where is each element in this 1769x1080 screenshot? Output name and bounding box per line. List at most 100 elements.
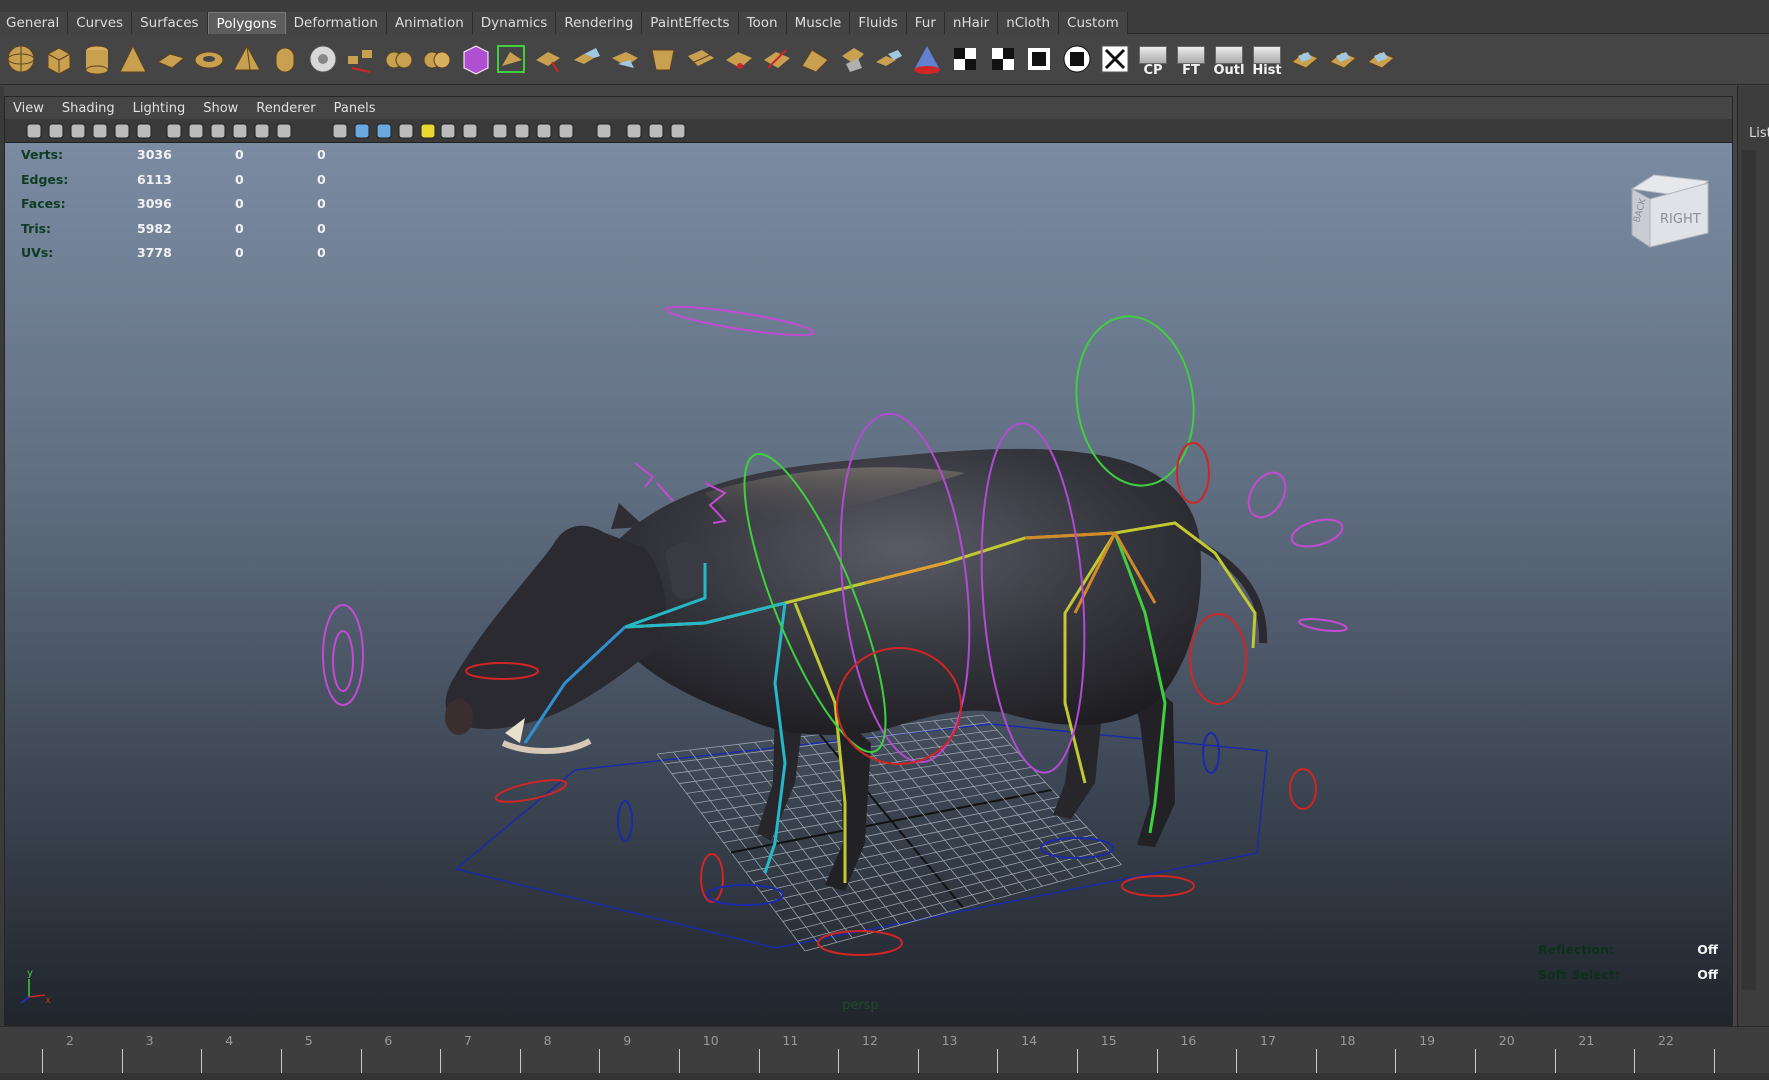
- shelf-tab-toon[interactable]: Toon: [738, 12, 787, 34]
- panel-menu-lighting[interactable]: Lighting: [133, 101, 186, 116]
- two-d-pan-icon[interactable]: [113, 122, 131, 140]
- list-menu-label[interactable]: List: [1749, 126, 1769, 141]
- gate-mask-icon[interactable]: [231, 122, 249, 140]
- multisample-icon[interactable]: [513, 122, 531, 140]
- axis-indicator-icon: y x: [20, 968, 51, 1006]
- right-scrollbar[interactable]: [1742, 150, 1756, 990]
- append-polygon-icon[interactable]: [606, 40, 644, 78]
- plane-uv-icon[interactable]: [1286, 40, 1324, 78]
- boar-model[interactable]: [445, 448, 1268, 891]
- screen-ambient-icon[interactable]: [461, 122, 479, 140]
- select-edge-loop-icon[interactable]: [530, 40, 568, 78]
- field-chart-icon[interactable]: [253, 122, 271, 140]
- smooth-icon[interactable]: [418, 40, 456, 78]
- hud-label: Faces:: [21, 196, 66, 211]
- shelf-button-hist[interactable]: Hist: [1248, 40, 1286, 78]
- split-polygon-icon[interactable]: [682, 40, 720, 78]
- shelf-tab-dynamics[interactable]: Dynamics: [472, 12, 557, 34]
- extrude-face-icon[interactable]: [492, 40, 530, 78]
- shelf-button-cp[interactable]: CP: [1134, 40, 1172, 78]
- poly-pyramid-icon[interactable]: [228, 40, 266, 78]
- shelf-tab-fur[interactable]: Fur: [906, 12, 945, 34]
- poly-soccer-ball-icon[interactable]: [304, 40, 342, 78]
- panel-menu-view[interactable]: View: [13, 101, 44, 116]
- shelf-tab-painteffects[interactable]: PaintEffects: [642, 12, 739, 34]
- panel-menu-renderer[interactable]: Renderer: [256, 101, 315, 116]
- insert-edge-loop-icon[interactable]: [720, 40, 758, 78]
- checker-uv-3-icon[interactable]: [1020, 40, 1058, 78]
- combine-icon[interactable]: [380, 40, 418, 78]
- time-slider[interactable]: 2 3 4 5 6 7 8 9 10 11 12 13 14 15 16 17 18 19 20 21 22: [0, 1026, 1769, 1080]
- shelf-tab-curves[interactable]: Curves: [68, 12, 133, 34]
- merge-vertex-icon[interactable]: [758, 40, 796, 78]
- grid-icon[interactable]: [165, 122, 183, 140]
- xray-active-icon[interactable]: [647, 122, 665, 140]
- shelf-button-outl[interactable]: Outl: [1210, 40, 1248, 78]
- shelf-tab-nhair[interactable]: nHair: [944, 12, 999, 34]
- image-plane-icon[interactable]: [91, 122, 109, 140]
- separate-icon[interactable]: [342, 40, 380, 78]
- shelf-tab-rendering[interactable]: Rendering: [556, 12, 643, 34]
- shelf-tab-custom[interactable]: Custom: [1059, 12, 1128, 34]
- shelf-tab-deformation[interactable]: Deformation: [285, 12, 387, 34]
- shelf-tab-fluids[interactable]: Fluids: [850, 12, 907, 34]
- wireframe-icon[interactable]: [331, 122, 349, 140]
- shadows-icon[interactable]: [439, 122, 457, 140]
- shelf-tab-animation[interactable]: Animation: [386, 12, 473, 34]
- shelf-button-ft[interactable]: FT: [1172, 40, 1210, 78]
- grease-pencil-icon[interactable]: [135, 122, 153, 140]
- highlighted-cube-icon[interactable]: [456, 40, 494, 78]
- axis-y-label: y: [27, 968, 33, 979]
- uv-editor-icon[interactable]: [1058, 40, 1096, 78]
- frame-tick-label: 2: [66, 1033, 74, 1048]
- frame-tick-label: 18: [1339, 1033, 1356, 1048]
- safe-title-icon[interactable]: [275, 122, 293, 140]
- textured-icon[interactable]: [397, 122, 415, 140]
- poly-plane-icon[interactable]: [152, 40, 190, 78]
- duplicate-face-icon[interactable]: [870, 40, 908, 78]
- shelf-tab-muscle[interactable]: Muscle: [786, 12, 851, 34]
- perspective-viewport[interactable]: Verts: 3036 0 0 Edges: 6113 0 0 Faces: 3096 0 0 Tris…: [5, 143, 1732, 1025]
- resolution-gate-icon[interactable]: [209, 122, 227, 140]
- poly-sphere-icon[interactable]: [2, 40, 40, 78]
- poly-cube-icon[interactable]: [40, 40, 78, 78]
- bridge-icon[interactable]: [568, 40, 606, 78]
- wireframe-on-shaded-icon[interactable]: [375, 122, 393, 140]
- select-uv-icon[interactable]: [1324, 40, 1362, 78]
- shelf-tab-polygons[interactable]: Polygons: [207, 12, 286, 34]
- scene-canvas[interactable]: [5, 143, 1732, 1025]
- panel-menu-show[interactable]: Show: [203, 101, 238, 116]
- uv-grid-icon[interactable]: [1096, 40, 1134, 78]
- shelf-tab-surfaces[interactable]: Surfaces: [132, 12, 208, 34]
- wedge-icon[interactable]: [796, 40, 834, 78]
- poly-torus-icon[interactable]: [190, 40, 228, 78]
- panel-menu-shading[interactable]: Shading: [62, 101, 115, 116]
- shelf-tab-ncloth[interactable]: nCloth: [998, 12, 1060, 34]
- smooth-shade-icon[interactable]: [353, 122, 371, 140]
- motion-blur-icon[interactable]: [491, 122, 509, 140]
- poke-icon[interactable]: [834, 40, 872, 78]
- poly-pipe-icon[interactable]: [266, 40, 304, 78]
- uv-layout-icon[interactable]: [1362, 40, 1400, 78]
- camera-attrs-icon[interactable]: [47, 122, 65, 140]
- shelf-tab-general[interactable]: General: [0, 12, 69, 34]
- hud-icon[interactable]: [669, 122, 687, 140]
- bookmarks-icon[interactable]: [69, 122, 87, 140]
- use-all-lights-icon[interactable]: [419, 122, 437, 140]
- panel-menu-panels[interactable]: Panels: [334, 101, 376, 116]
- frame-tick-label: 21: [1578, 1033, 1595, 1048]
- isolate-select-icon[interactable]: [595, 122, 613, 140]
- film-gate-icon[interactable]: [187, 122, 205, 140]
- poly-cylinder-icon[interactable]: [78, 40, 116, 78]
- xray-joints-icon[interactable]: [625, 122, 643, 140]
- poly-cone-icon[interactable]: [114, 40, 152, 78]
- viewcube-icon[interactable]: BACK RIGHT: [1626, 171, 1712, 255]
- xray-icon[interactable]: [557, 122, 575, 140]
- mirror-icon[interactable]: [908, 40, 946, 78]
- bevel-icon[interactable]: [644, 40, 682, 78]
- hud-value-selected: 0: [235, 220, 244, 236]
- checker-uv-2-icon[interactable]: [984, 40, 1022, 78]
- checker-uv-icon[interactable]: [946, 40, 984, 78]
- depth-of-field-icon[interactable]: [535, 122, 553, 140]
- select-camera-icon[interactable]: [25, 122, 43, 140]
